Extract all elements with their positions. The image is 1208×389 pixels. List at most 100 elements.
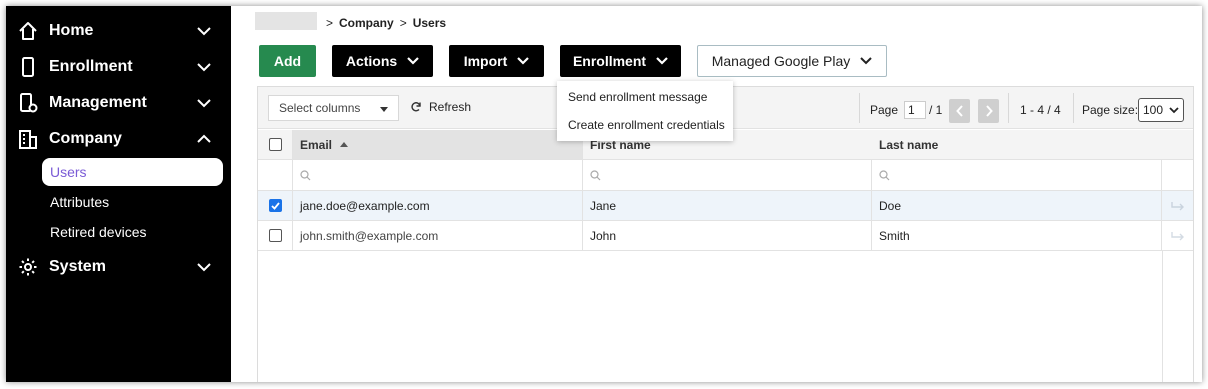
sort-ascending-icon [340, 142, 349, 147]
chevron-left-icon [955, 105, 963, 117]
select-columns-label: Select columns [279, 101, 361, 115]
refresh-icon [411, 102, 421, 112]
breadcrumb-root-placeholder[interactable] [255, 12, 317, 30]
share-arrow-icon[interactable] [1170, 200, 1186, 212]
first-name-filter-input[interactable] [583, 160, 872, 190]
enrollment-label: Enrollment [572, 53, 647, 69]
row-select-cell [258, 191, 293, 220]
page-label: Page [870, 103, 899, 117]
filter-row [258, 160, 1193, 191]
page-size-value: 100 [1143, 103, 1164, 117]
chevron-down-icon [517, 57, 530, 65]
record-range: 1 - 4 / 4 [1020, 103, 1061, 117]
sidebar-item-company[interactable]: Company [6, 122, 231, 156]
breadcrumb-separator: > [326, 16, 334, 30]
chevron-up-icon [197, 134, 211, 143]
enrollment-dropdown-menu: Send enrollment message Create enrollmen… [557, 81, 733, 141]
sidebar-item-label: Company [49, 130, 122, 147]
managed-google-play-button[interactable]: Managed Google Play [697, 45, 887, 77]
row-action-cell [1162, 221, 1193, 250]
chevron-down-icon [197, 63, 211, 72]
chevron-down-icon [197, 263, 211, 272]
chevron-right-icon [985, 105, 993, 117]
divider [1073, 93, 1074, 123]
page-number-input[interactable]: 1 [904, 101, 926, 119]
import-button[interactable]: Import [449, 45, 544, 77]
email-filter-input[interactable] [293, 160, 583, 190]
sidebar-subitem-users[interactable]: Users [42, 158, 223, 186]
share-arrow-icon[interactable] [1170, 230, 1186, 242]
menu-item-create-enrollment-credentials[interactable]: Create enrollment credentials [557, 111, 733, 139]
breadcrumb: > Company > Users [326, 16, 446, 30]
home-icon [19, 22, 37, 40]
main-content: > Company > Users Add Actions Import Enroll… [231, 6, 1202, 382]
refresh-label: Refresh [429, 100, 472, 114]
chevron-down-icon [1169, 107, 1179, 114]
next-page-button[interactable] [978, 99, 999, 123]
page-total: / 1 [929, 103, 943, 117]
select-columns-dropdown[interactable]: Select columns [268, 95, 399, 121]
dropdown-arrow-icon [380, 107, 388, 112]
import-label: Import [463, 53, 508, 69]
device-gear-icon [20, 93, 38, 113]
column-header-last-name[interactable]: Last name [872, 130, 1162, 159]
managed-google-play-label: Managed Google Play [711, 53, 851, 69]
divider [1008, 93, 1009, 123]
breadcrumb-separator: > [399, 16, 407, 30]
chevron-down-icon [656, 57, 668, 65]
add-button[interactable]: Add [259, 45, 316, 77]
phone-icon [22, 57, 34, 77]
actions-button[interactable]: Actions [332, 45, 433, 77]
first-name-cell: Jane [583, 191, 872, 220]
breadcrumb-users: Users [412, 16, 447, 30]
check-icon [270, 201, 280, 210]
menu-item-send-enrollment-message[interactable]: Send enrollment message [557, 83, 733, 111]
row-select-cell [258, 221, 293, 250]
actions-label: Actions [345, 53, 398, 69]
sidebar-item-label: System [49, 258, 106, 275]
sidebar-item-label: Home [49, 22, 94, 39]
refresh-button[interactable]: Refresh [410, 100, 471, 114]
row-checkbox[interactable] [268, 199, 282, 212]
sidebar-item-label: Management [49, 94, 147, 111]
email-cell: john.smith@example.com [293, 221, 583, 250]
row-checkbox[interactable] [268, 229, 282, 242]
chevron-down-icon [860, 57, 872, 65]
chevron-down-icon [407, 57, 419, 65]
app-window: Home Enrollment Management Company Users… [6, 6, 1202, 382]
chevron-down-icon [197, 99, 211, 108]
sidebar-item-system[interactable]: System [6, 250, 231, 284]
sidebar-subitem-retired-devices[interactable]: Retired devices [42, 218, 223, 246]
filter-cell [1162, 160, 1193, 190]
sidebar-item-label: Enrollment [49, 58, 133, 75]
last-name-filter-input[interactable] [872, 160, 1162, 190]
previous-page-button[interactable] [949, 99, 970, 123]
first-name-cell: John [583, 221, 872, 250]
search-icon [590, 169, 601, 180]
divider [859, 93, 860, 123]
table-row[interactable]: john.smith@example.com John Smith [258, 221, 1193, 251]
sidebar-subitem-attributes[interactable]: Attributes [42, 188, 223, 216]
sidebar-item-home[interactable]: Home [6, 14, 231, 48]
last-name-cell: Smith [872, 221, 1162, 250]
page-size-label: Page size: [1082, 103, 1139, 117]
search-icon [300, 169, 311, 180]
column-header-email[interactable]: Email [293, 130, 583, 159]
select-all-cell [258, 130, 293, 159]
divider [1162, 251, 1163, 382]
sidebar-item-enrollment[interactable]: Enrollment [6, 50, 231, 84]
filter-cell [258, 160, 293, 190]
breadcrumb-company[interactable]: Company [339, 16, 394, 30]
chevron-down-icon [197, 27, 211, 36]
row-action-cell [1162, 191, 1193, 220]
search-icon [879, 169, 890, 180]
column-header-label: Last name [879, 137, 939, 152]
sidebar: Home Enrollment Management Company Users… [6, 6, 231, 382]
page-size-select[interactable]: 100 [1138, 98, 1184, 122]
table-row[interactable]: jane.doe@example.com Jane Doe [258, 191, 1193, 221]
select-all-checkbox[interactable] [268, 138, 282, 151]
sidebar-item-management[interactable]: Management [6, 86, 231, 120]
building-icon [19, 130, 37, 149]
gear-icon [19, 258, 37, 276]
enrollment-button[interactable]: Enrollment [560, 45, 681, 77]
